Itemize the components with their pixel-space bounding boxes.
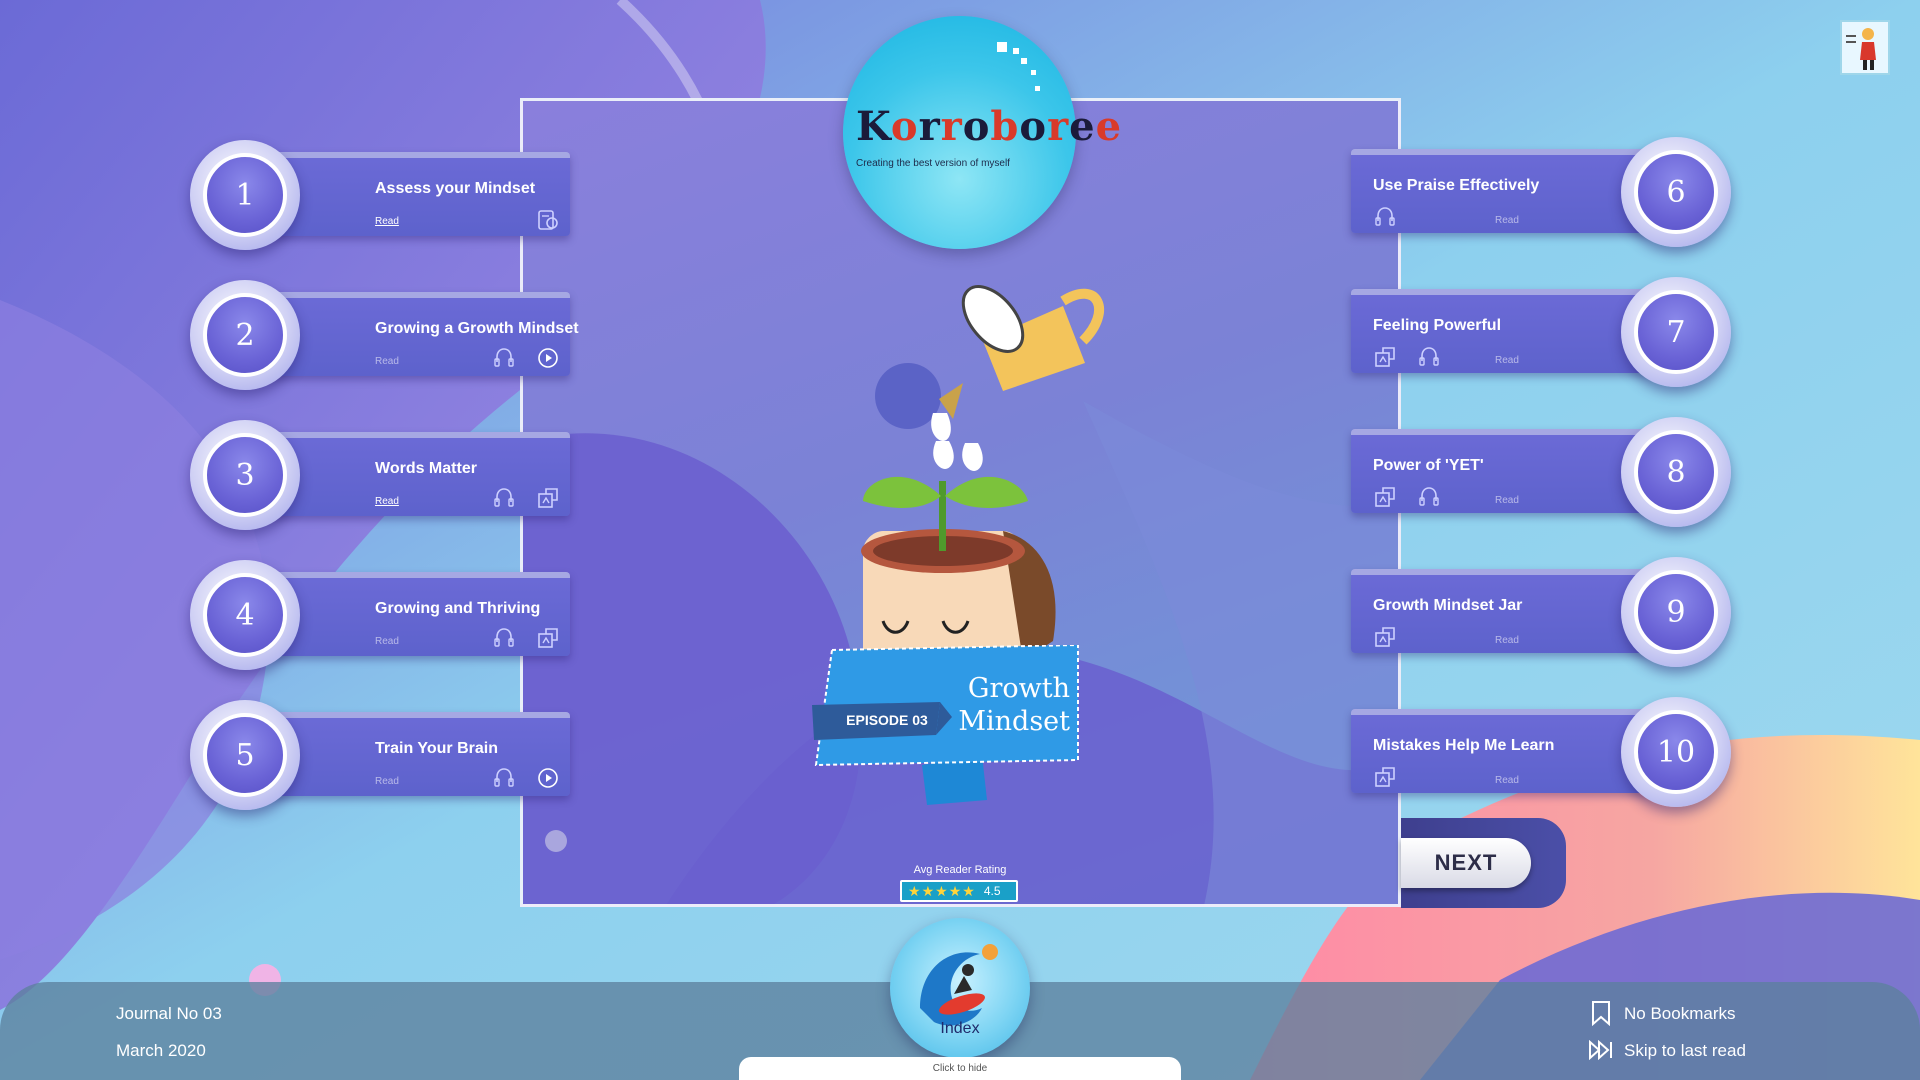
read-link[interactable]: Read — [1495, 355, 1519, 366]
episode-label: EPISODE 03 — [846, 712, 928, 728]
play-icon[interactable] — [536, 766, 560, 790]
index-label: Index — [940, 1020, 980, 1037]
activity-icon[interactable] — [1373, 485, 1397, 509]
chapter-9[interactable]: Growth Mindset Jar Read 9 — [1351, 557, 1731, 667]
read-link[interactable]: Read — [1495, 495, 1519, 506]
listen-icon[interactable] — [492, 486, 516, 510]
chapter-number-badge[interactable]: 7 — [1621, 277, 1731, 387]
chapter-title: Power of 'YET' — [1373, 457, 1484, 474]
chapter-number-badge[interactable]: 3 — [190, 420, 300, 530]
read-link[interactable]: Read — [1495, 215, 1519, 226]
bookmarks-link[interactable]: No Bookmarks — [1624, 1004, 1735, 1024]
read-link[interactable]: Read — [375, 636, 399, 647]
logo-sparkle-icon — [997, 42, 1040, 91]
read-link[interactable]: Read — [375, 496, 399, 507]
listen-icon[interactable] — [492, 766, 516, 790]
chapter-6[interactable]: Use Praise Effectively Read 6 — [1351, 137, 1731, 247]
chapter-title: Feeling Powerful — [1373, 317, 1502, 334]
chapter-5[interactable]: Train Your Brain Read 5 — [190, 700, 570, 810]
chapter-2[interactable]: Growing a Growth Mindset Read 2 — [190, 280, 579, 390]
listen-icon[interactable] — [1417, 485, 1441, 509]
next-button[interactable]: NEXT — [1401, 838, 1531, 888]
read-link[interactable]: Read — [1495, 775, 1519, 786]
star-icon: ★ — [921, 883, 935, 899]
chapter-title: Train Your Brain — [375, 740, 498, 757]
chapter-number-badge[interactable]: 1 — [190, 140, 300, 250]
skip-to-last-read-link[interactable]: Skip to last read — [1624, 1041, 1746, 1061]
chapter-number-badge[interactable]: 10 — [1621, 697, 1731, 807]
bookmark-icon[interactable] — [1590, 1000, 1612, 1031]
listen-icon[interactable] — [492, 346, 516, 370]
rating-stars: ★ ★ ★ ★ ★ 4.5 — [900, 880, 1018, 902]
skip-forward-icon[interactable] — [1588, 1039, 1614, 1065]
read-link[interactable]: Read — [375, 776, 399, 787]
activity-icon[interactable] — [1373, 765, 1397, 789]
logo-wordmark: Korroboree — [856, 103, 1123, 150]
chapter-number-badge[interactable]: 6 — [1621, 137, 1731, 247]
chapter-number-badge[interactable]: 2 — [190, 280, 300, 390]
star-icon: ★ — [935, 883, 948, 899]
chapter-1[interactable]: Assess your Mindset Read 1 — [190, 140, 570, 250]
episode-title-line1: Growth — [967, 673, 1070, 704]
chapter-4[interactable]: Growing and Thriving Read 4 — [190, 560, 570, 670]
read-link[interactable]: Read — [375, 216, 399, 227]
read-link[interactable]: Read — [1495, 635, 1519, 646]
profile-avatar-icon[interactable] — [1840, 20, 1890, 75]
click-to-hide-bar[interactable]: Click to hide — [739, 1057, 1181, 1080]
activity-icon[interactable] — [1373, 345, 1397, 369]
chapter-number-badge[interactable]: 5 — [190, 700, 300, 810]
chapter-title: Words Matter — [375, 460, 477, 477]
chapter-title: Growing and Thriving — [375, 600, 541, 617]
listen-icon[interactable] — [492, 626, 516, 650]
chapter-7[interactable]: Feeling Powerful Read 7 — [1351, 277, 1731, 387]
rating-label: Avg Reader Rating — [913, 864, 1007, 876]
listen-icon[interactable] — [1373, 205, 1397, 229]
chapter-3[interactable]: Words Matter Read 3 — [190, 420, 570, 530]
chapter-10[interactable]: Mistakes Help Me Learn Read 10 — [1351, 697, 1731, 807]
star-icon: ★ — [908, 883, 921, 899]
chapter-title: Use Praise Effectively — [1373, 177, 1540, 194]
quiz-icon[interactable] — [536, 208, 560, 232]
star-icon: ★ — [962, 883, 975, 899]
logo-tagline: Creating the best version of myself — [856, 158, 1010, 169]
star-icon: ★ — [948, 883, 962, 899]
chapter-number-badge[interactable]: 8 — [1621, 417, 1731, 527]
journal-number: Journal No 03 — [116, 1004, 222, 1023]
chapter-title: Growth Mindset Jar — [1373, 597, 1523, 614]
episode-title-line2: Mindset — [958, 706, 1070, 737]
activity-icon[interactable] — [1373, 625, 1397, 649]
journal-date: March 2020 — [116, 1041, 206, 1060]
play-icon[interactable] — [536, 346, 560, 370]
rating-value: 4.5 — [983, 884, 1001, 898]
chapter-title: Assess your Mindset — [375, 180, 536, 197]
listen-icon[interactable] — [1417, 345, 1441, 369]
chapter-number-badge[interactable]: 4 — [190, 560, 300, 670]
episode-title: Growth Mindset — [950, 672, 1070, 738]
chapter-title: Mistakes Help Me Learn — [1373, 737, 1555, 754]
chapter-title: Growing a Growth Mindset — [375, 320, 579, 337]
read-link[interactable]: Read — [375, 356, 399, 367]
chapter-number-badge[interactable]: 9 — [1621, 557, 1731, 667]
activity-icon[interactable] — [536, 486, 560, 510]
activity-icon[interactable] — [536, 626, 560, 650]
next-button-container: NEXT — [1401, 818, 1566, 908]
chapter-8[interactable]: Power of 'YET' Read 8 — [1351, 417, 1731, 527]
